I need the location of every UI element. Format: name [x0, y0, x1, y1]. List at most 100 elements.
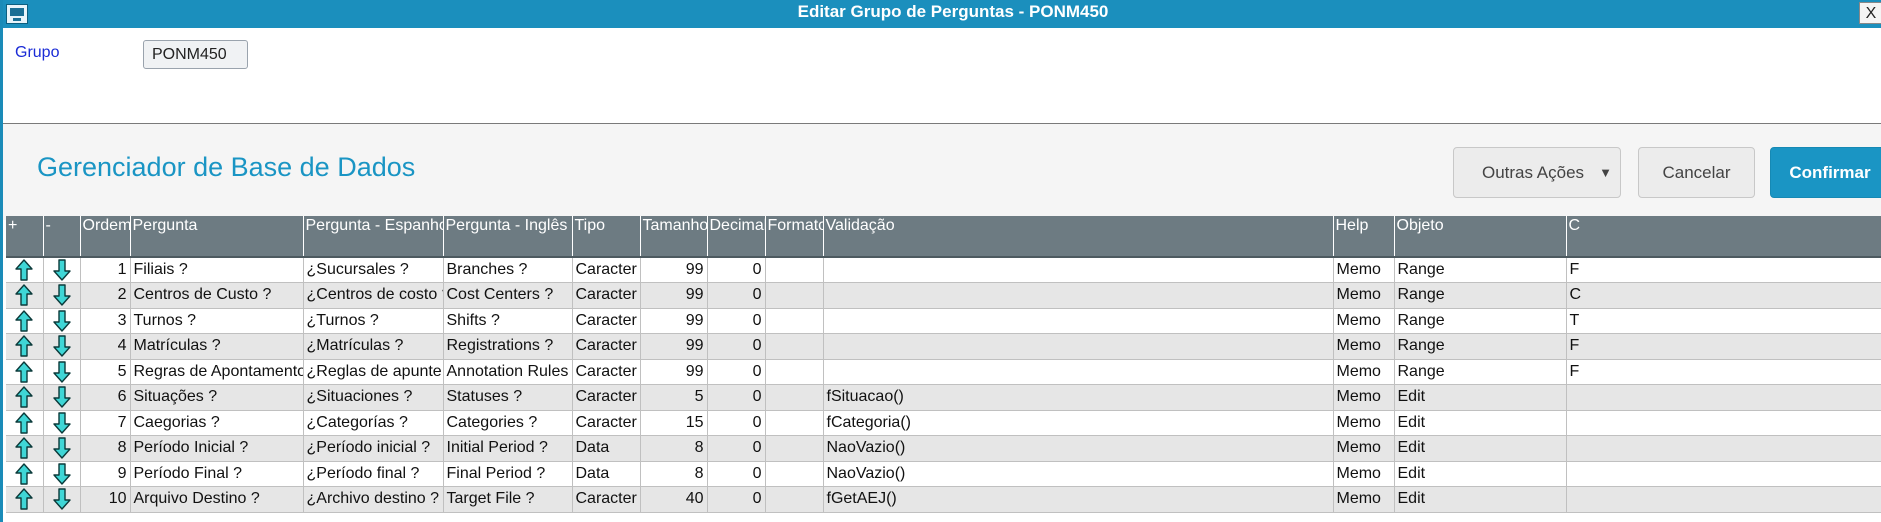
cell-ordem[interactable]: 6 [80, 384, 131, 411]
cell-extra[interactable] [1566, 435, 1881, 462]
cell-pergunta[interactable]: Regras de Apontamento ? [130, 359, 304, 385]
cell-help[interactable]: Memo [1333, 486, 1395, 513]
col-header-tipo[interactable]: Tipo [572, 216, 641, 258]
table-row[interactable]: 5 Regras de Apontamento ? ¿Reglas de apunt… [6, 359, 1881, 385]
cell-validacao[interactable]: fGetAEJ() [823, 486, 1334, 513]
cell-pergunta-ingles[interactable]: Statuses ? [443, 384, 573, 411]
cell-pergunta-espanhol[interactable]: ¿Sucursales ? [303, 257, 444, 283]
cell-extra[interactable] [1566, 461, 1881, 487]
arrow-up-icon[interactable] [14, 412, 34, 434]
move-down-cell[interactable] [43, 384, 81, 411]
table-row[interactable]: 6 Situações ? ¿Situaciones ? Statuses ? Cara… [6, 384, 1881, 411]
cell-formato[interactable] [765, 282, 824, 309]
cell-tamanho[interactable]: 5 [640, 384, 708, 411]
col-header-objeto[interactable]: Objeto [1394, 216, 1567, 258]
cell-ordem[interactable]: 1 [80, 257, 131, 283]
arrow-down-icon[interactable] [52, 437, 72, 459]
cell-ordem[interactable]: 9 [80, 461, 131, 487]
cell-extra[interactable] [1566, 486, 1881, 513]
col-header-help[interactable]: Help [1333, 216, 1395, 258]
col-header-validacao[interactable]: Validação [823, 216, 1334, 258]
cell-tamanho[interactable]: 15 [640, 410, 708, 436]
cell-tipo[interactable]: Caracter [572, 486, 641, 513]
move-up-cell[interactable] [6, 333, 44, 360]
cell-pergunta-ingles[interactable]: Branches ? [443, 257, 573, 283]
cell-decimal[interactable]: 0 [707, 282, 766, 309]
cell-objeto[interactable]: Range [1394, 333, 1567, 360]
cell-validacao[interactable] [823, 333, 1334, 360]
cell-formato[interactable] [765, 333, 824, 360]
cell-decimal[interactable]: 0 [707, 308, 766, 334]
move-down-cell[interactable] [43, 308, 81, 334]
grupo-field[interactable] [143, 40, 248, 69]
cell-objeto[interactable]: Range [1394, 308, 1567, 334]
cell-decimal[interactable]: 0 [707, 384, 766, 411]
cell-ordem[interactable]: 4 [80, 333, 131, 360]
col-header-decimal[interactable]: Decimal [707, 216, 766, 258]
arrow-up-icon[interactable] [14, 310, 34, 332]
cell-ordem[interactable]: 3 [80, 308, 131, 334]
cell-tipo[interactable]: Caracter [572, 333, 641, 360]
cell-pergunta-espanhol[interactable]: ¿Archivo destino ? [303, 486, 444, 513]
arrow-up-icon[interactable] [14, 284, 34, 306]
cell-tamanho[interactable]: 99 [640, 308, 708, 334]
cell-tipo[interactable]: Data [572, 461, 641, 487]
cell-decimal[interactable]: 0 [707, 461, 766, 487]
cell-tamanho[interactable]: 40 [640, 486, 708, 513]
col-header-tamanho[interactable]: Tamanho [640, 216, 708, 258]
arrow-down-icon[interactable] [52, 488, 72, 510]
confirm-button[interactable]: Confirmar [1770, 147, 1881, 198]
col-header-ordem[interactable]: Ordem [80, 216, 131, 258]
cell-pergunta-espanhol[interactable]: ¿Categorías ? [303, 410, 444, 436]
cell-pergunta-espanhol[interactable]: ¿Centros de costo ? [303, 282, 444, 309]
outras-acoes-button[interactable]: Outras Ações ▼ [1453, 147, 1621, 198]
cell-formato[interactable] [765, 384, 824, 411]
cell-tipo[interactable]: Caracter [572, 359, 641, 385]
arrow-down-icon[interactable] [52, 284, 72, 306]
move-down-cell[interactable] [43, 410, 81, 436]
cell-formato[interactable] [765, 461, 824, 487]
questions-grid[interactable]: + - Ordem Pergunta Pergunta - Espanhol P… [6, 216, 1881, 516]
cell-ordem[interactable]: 10 [80, 486, 131, 513]
cell-pergunta[interactable]: Matrículas ? [130, 333, 304, 360]
table-row[interactable]: 8 Período Inicial ? ¿Período inicial ? Init… [6, 435, 1881, 462]
cell-validacao[interactable]: NaoVazio() [823, 435, 1334, 462]
cell-ordem[interactable]: 8 [80, 435, 131, 462]
cell-help[interactable]: Memo [1333, 461, 1395, 487]
arrow-up-icon[interactable] [14, 259, 34, 281]
cell-validacao[interactable] [823, 257, 1334, 283]
table-row[interactable]: 3 Turnos ? ¿Turnos ? Shifts ? Caracter 99 0 Mem… [6, 308, 1881, 334]
cell-ordem[interactable]: 2 [80, 282, 131, 309]
arrow-down-icon[interactable] [52, 310, 72, 332]
cell-tipo[interactable]: Caracter [572, 308, 641, 334]
arrow-up-icon[interactable] [14, 463, 34, 485]
move-up-cell[interactable] [6, 257, 44, 283]
cell-objeto[interactable]: Range [1394, 359, 1567, 385]
cell-pergunta[interactable]: Filiais ? [130, 257, 304, 283]
arrow-up-icon[interactable] [14, 335, 34, 357]
cell-formato[interactable] [765, 410, 824, 436]
cell-tamanho[interactable]: 99 [640, 333, 708, 360]
cell-tipo[interactable]: Caracter [572, 384, 641, 411]
move-up-cell[interactable] [6, 308, 44, 334]
cell-pergunta[interactable]: Caegorias ? [130, 410, 304, 436]
cell-help[interactable]: Memo [1333, 359, 1395, 385]
close-icon[interactable]: X [1859, 2, 1881, 24]
cell-extra[interactable] [1566, 384, 1881, 411]
arrow-down-icon[interactable] [52, 463, 72, 485]
arrow-up-icon[interactable] [14, 386, 34, 408]
cell-pergunta[interactable]: Turnos ? [130, 308, 304, 334]
table-row[interactable]: 2 Centros de Custo ? ¿Centros de costo ? Co… [6, 282, 1881, 309]
move-down-cell[interactable] [43, 282, 81, 309]
move-down-cell[interactable] [43, 435, 81, 462]
arrow-down-icon[interactable] [52, 335, 72, 357]
cell-objeto[interactable]: Edit [1394, 410, 1567, 436]
cell-pergunta-ingles[interactable]: Annotation Rules ? [443, 359, 573, 385]
cell-pergunta-ingles[interactable]: Categories ? [443, 410, 573, 436]
arrow-up-icon[interactable] [14, 361, 34, 383]
cell-pergunta-espanhol[interactable]: ¿Situaciones ? [303, 384, 444, 411]
title-bar[interactable]: Editar Grupo de Perguntas - PONM450 X [3, 0, 1881, 28]
cell-decimal[interactable]: 0 [707, 359, 766, 385]
cell-decimal[interactable]: 0 [707, 410, 766, 436]
move-up-cell[interactable] [6, 410, 44, 436]
